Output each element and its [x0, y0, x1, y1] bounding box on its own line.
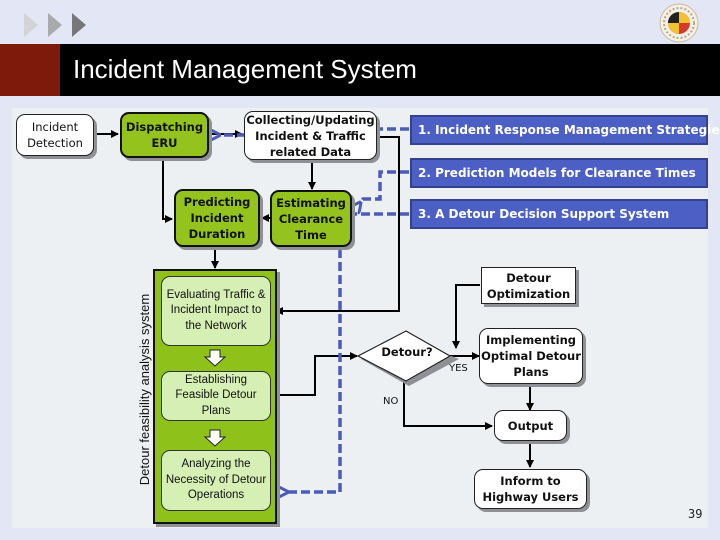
node-output[interactable]: Output — [494, 410, 567, 441]
edge-establishing-to-decision — [277, 352, 358, 396]
node-implementing-detour-plans[interactable]: Implementing Optimal Detour Plans — [479, 328, 583, 384]
step-analyzing-necessity[interactable]: Analyzing the Necessity of Detour Operat… — [161, 450, 271, 511]
node-predicting-incident-duration[interactable]: Predicting Incident Duration — [174, 189, 260, 247]
step-evaluating-impact[interactable]: Evaluating Traffic & Incident Impact to … — [161, 276, 271, 346]
legend-item-1[interactable]: 1. Incident Response Management Strategi… — [410, 115, 720, 145]
node-collecting-updating-data[interactable]: Collecting/Updating Incident & Traffic r… — [244, 111, 377, 160]
dashed-link-prediction-to-estimating — [360, 170, 409, 203]
edge-optimization-to-decision — [452, 284, 480, 349]
node-estimating-clearance-time[interactable]: Estimating Clearance Time — [270, 190, 352, 247]
node-dispatching-eru[interactable]: Dispatching ERU — [120, 112, 209, 158]
edge-dispatch-to-predicting — [162, 159, 173, 223]
feasibility-system-label: Detour feasibility analysis system — [137, 293, 153, 485]
edge-no-to-output — [403, 381, 493, 430]
step-establishing-detour-plans[interactable]: Establishing Feasible Detour Plans — [161, 371, 271, 421]
node-detour-optimization[interactable]: Detour Optimization — [481, 267, 576, 304]
no-label: NO — [383, 396, 399, 407]
connectors — [94, 127, 534, 540]
legend-item-2[interactable]: 2. Prediction Models for Clearance Times — [410, 158, 708, 188]
page-number: 39 — [688, 507, 703, 521]
yes-label: YES — [449, 363, 468, 374]
decision-label: Detour? — [381, 345, 433, 359]
node-incident-detection[interactable]: Incident Detection — [16, 114, 94, 156]
node-inform-highway-users[interactable]: Inform to Highway Users — [474, 469, 587, 509]
legend-item-3[interactable]: 3. A Detour Decision Support System — [410, 199, 708, 229]
